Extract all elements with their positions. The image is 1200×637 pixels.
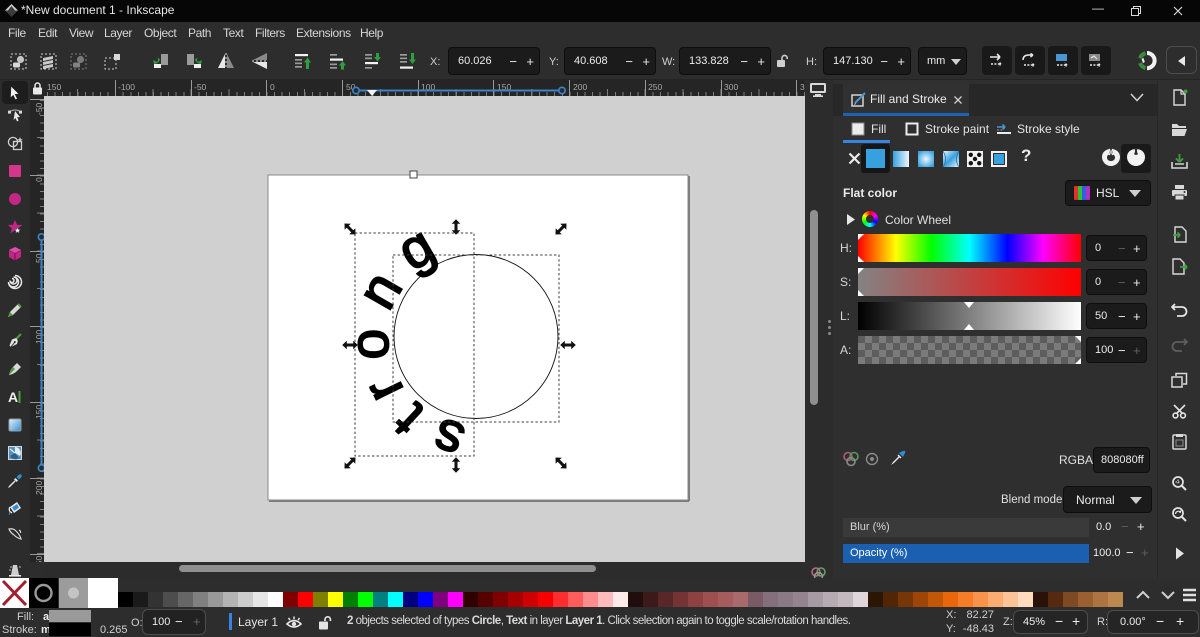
svg-text:A: A — [8, 389, 18, 405]
